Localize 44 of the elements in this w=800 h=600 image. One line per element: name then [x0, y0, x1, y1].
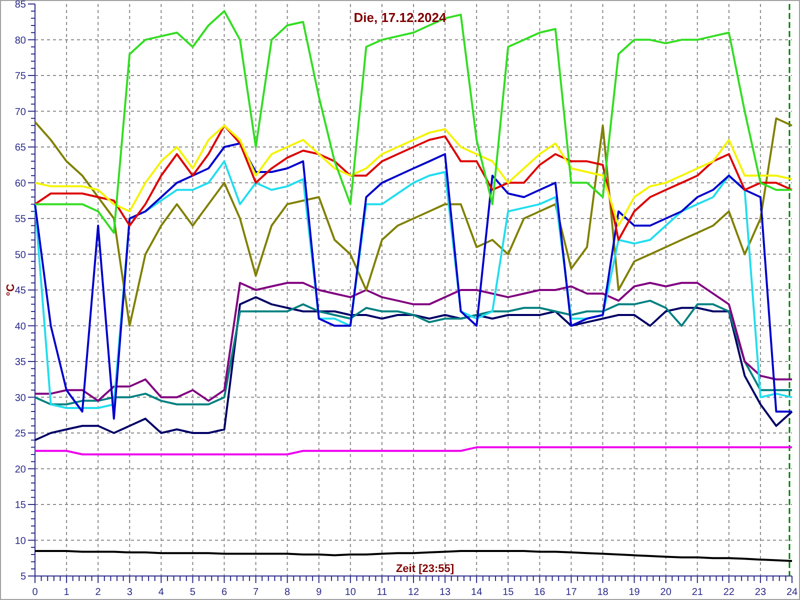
tick-label: 14: [471, 587, 482, 598]
tick-label: 10: [344, 587, 356, 598]
tick-label: 16: [534, 587, 546, 598]
tick-label: 50: [14, 250, 26, 261]
tick-label: 20: [660, 587, 672, 598]
tick-label: 25: [14, 428, 26, 440]
tick-label: 0: [32, 587, 38, 598]
tick-label: 70: [14, 106, 26, 118]
tick-label: 24: [786, 587, 798, 598]
tick-label: 3: [126, 587, 132, 598]
tick-label: 30: [14, 392, 26, 404]
axis-title: Zeit [23:55]: [396, 563, 454, 575]
tick-label: 85: [14, 0, 26, 10]
tick-label: 10: [14, 536, 26, 547]
tick-label: 80: [14, 35, 26, 46]
tick-label: 5: [20, 572, 26, 582]
tick-label: 6: [221, 587, 228, 598]
tick-label: 8: [284, 587, 290, 598]
tick-label: 18: [597, 587, 608, 598]
tick-label: 60: [14, 178, 26, 190]
tick-label: 2: [95, 587, 101, 598]
tick-label: 12: [408, 587, 420, 598]
tick-label: 45: [14, 286, 26, 296]
tick-label: 11: [376, 587, 388, 598]
tick-label: 7: [253, 587, 259, 598]
tick-label: 65: [14, 142, 26, 154]
tick-label: 5: [190, 587, 196, 598]
tick-label: 1: [64, 587, 70, 598]
tick-label: 15: [502, 587, 514, 598]
tick-label: 55: [14, 214, 26, 225]
tick-label: 13: [439, 587, 451, 598]
tick-label: 20: [14, 464, 26, 476]
tick-label: 4: [158, 587, 164, 598]
chart-title: Die, 17.12.2024: [354, 10, 446, 25]
tick-label: 75: [14, 71, 26, 82]
tick-label: 17: [566, 587, 577, 598]
tick-label: 15: [14, 500, 26, 511]
tick-label: 23: [754, 587, 766, 598]
tick-label: 9: [316, 587, 322, 598]
tick-label: 35: [14, 357, 26, 368]
tick-label: 40: [14, 321, 26, 332]
tick-label: 19: [628, 587, 640, 598]
tick-label: 21: [692, 587, 703, 598]
tick-label: 22: [723, 587, 734, 598]
